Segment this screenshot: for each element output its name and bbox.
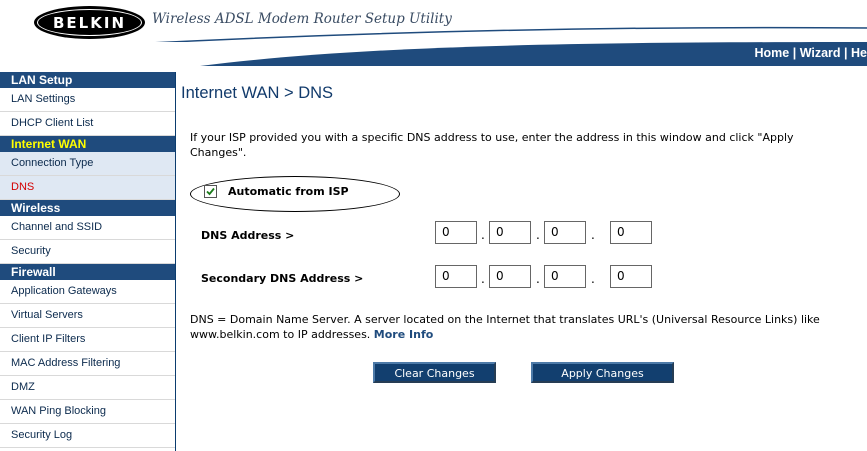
sidebar-item-security-log[interactable]: Security Log — [0, 424, 175, 448]
dns-octet-2[interactable]: 0 — [489, 221, 531, 244]
sidebar-item-wan-ping-blocking[interactable]: WAN Ping Blocking — [0, 400, 175, 424]
nav-home-link[interactable]: Home — [755, 46, 790, 60]
sidebar: LAN Setup LAN Settings DHCP Client List … — [0, 72, 176, 451]
checkmark-icon — [206, 187, 215, 196]
secondary-dns-octet-1[interactable]: 0 — [435, 265, 477, 288]
page-title: Internet WAN > DNS — [181, 84, 334, 102]
nav-wizard-link[interactable]: Wizard — [800, 46, 841, 60]
sidebar-heading-firewall[interactable]: Firewall — [0, 264, 175, 280]
ip-dot: . — [481, 228, 485, 242]
nav-separator: | — [789, 46, 800, 60]
secondary-dns-label: Secondary DNS Address > — [201, 272, 364, 285]
ip-dot: . — [591, 228, 595, 242]
secondary-dns-octet-3[interactable]: 0 — [544, 265, 586, 288]
sidebar-item-connection-type[interactable]: Connection Type — [0, 152, 175, 176]
sidebar-item-application-gateways[interactable]: Application Gateways — [0, 280, 175, 304]
dns-note-text: DNS = Domain Name Server. A server locat… — [190, 313, 820, 341]
top-nav-links: Home | Wizard | He — [755, 46, 867, 60]
ip-dot: . — [536, 228, 540, 242]
apply-changes-button[interactable]: Apply Changes — [531, 362, 674, 383]
sidebar-item-client-ip-filters[interactable]: Client IP Filters — [0, 328, 175, 352]
sidebar-heading-internet-wan[interactable]: Internet WAN — [0, 136, 175, 152]
sidebar-item-dhcp-client-list[interactable]: DHCP Client List — [0, 112, 175, 136]
sidebar-item-dmz[interactable]: DMZ — [0, 376, 175, 400]
sidebar-item-security[interactable]: Security — [0, 240, 175, 264]
sidebar-item-lan-settings[interactable]: LAN Settings — [0, 88, 175, 112]
ip-dot: . — [481, 272, 485, 286]
top-nav-bar — [0, 42, 867, 66]
header-swoosh — [150, 26, 867, 44]
nav-help-link[interactable]: He — [851, 46, 867, 60]
clear-changes-button[interactable]: Clear Changes — [373, 362, 496, 383]
sidebar-heading-lan-setup[interactable]: LAN Setup — [0, 72, 175, 88]
dns-octet-3[interactable]: 0 — [544, 221, 586, 244]
dns-address-label: DNS Address > — [201, 229, 295, 242]
ip-dot: . — [591, 272, 595, 286]
secondary-dns-octet-4[interactable]: 0 — [610, 265, 652, 288]
nav-separator: | — [840, 46, 852, 60]
automatic-from-isp-label: Automatic from ISP — [228, 185, 349, 198]
dns-octet-1[interactable]: 0 — [435, 221, 477, 244]
sidebar-item-mac-address-filtering[interactable]: MAC Address Filtering — [0, 352, 175, 376]
sidebar-heading-label: Internet WAN — [11, 137, 87, 151]
sidebar-item-virtual-servers[interactable]: Virtual Servers — [0, 304, 175, 328]
intro-text: If your ISP provided you with a specific… — [190, 131, 794, 159]
belkin-logo: BELKIN — [34, 6, 145, 39]
more-info-link[interactable]: More Info — [374, 328, 434, 341]
dns-explanation-note: DNS = Domain Name Server. A server locat… — [190, 312, 850, 342]
sidebar-item-channel-and-ssid[interactable]: Channel and SSID — [0, 216, 175, 240]
secondary-dns-octet-2[interactable]: 0 — [489, 265, 531, 288]
automatic-from-isp-checkbox[interactable] — [204, 185, 217, 198]
ip-dot: . — [536, 272, 540, 286]
sidebar-heading-label: Firewall — [11, 265, 56, 279]
sidebar-heading-label: LAN Setup — [11, 73, 73, 87]
sidebar-heading-wireless[interactable]: Wireless — [0, 200, 175, 216]
automatic-from-isp-row: Automatic from ISP — [190, 176, 400, 212]
sidebar-item-dns[interactable]: DNS — [0, 176, 175, 200]
dns-octet-4[interactable]: 0 — [610, 221, 652, 244]
sidebar-heading-label: Wireless — [11, 201, 61, 215]
